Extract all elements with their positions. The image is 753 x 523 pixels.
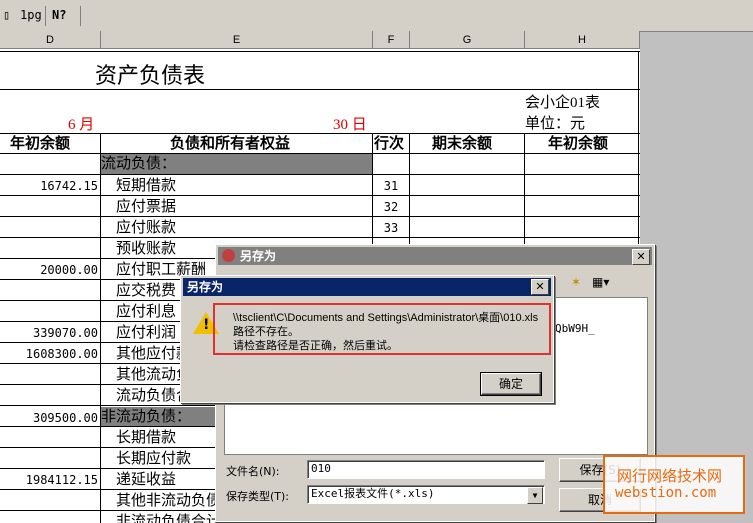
filename-label: 文件名(N): [226, 465, 280, 478]
filename-input[interactable]: 010 [307, 460, 545, 479]
filetype-value: Excel报表文件(*.xls) [311, 487, 435, 500]
toolbar-divider [80, 6, 81, 26]
column-header-f[interactable]: F [373, 31, 410, 49]
close-icon[interactable]: ✕ [632, 249, 650, 265]
header-col-f: 行次 [374, 136, 405, 152]
watermark-line-2: webstion.com [615, 485, 717, 501]
row-e-label: 应交税费 [116, 283, 177, 299]
filetype-select[interactable]: Excel报表文件(*.xls) ▼ [307, 485, 545, 504]
warning-mark: ! [203, 317, 210, 333]
toolbar: ▯ 1pg N? [0, 0, 753, 32]
row-e-label: 应付账款 [116, 220, 177, 236]
row-e-label: 其他非流动负债 [116, 493, 222, 509]
row-e-label: 应付利息 [116, 304, 177, 320]
error-dialog: 另存为 ✕ ! \\tsclient\C\Documents and Setti… [180, 275, 554, 403]
header-col-d: 年初余额 [10, 136, 71, 152]
file-item[interactable]: QbW9H_ [555, 322, 595, 335]
watermark-logo: 网行网络技术网 webstion.com [603, 455, 745, 514]
new-folder-icon[interactable]: ✶ [571, 275, 587, 289]
row-e-label: 长期借款 [116, 430, 177, 446]
sheet-title: 资产负债表 [95, 63, 206, 88]
header-col-g: 期末余额 [432, 136, 493, 152]
row-f-number: 31 [383, 179, 399, 193]
row-e-label: 预收账款 [116, 241, 177, 257]
row-f-number: 33 [383, 221, 399, 235]
error-line-3: 请检查路径是否正确，然后重试。 [233, 339, 398, 352]
ok-button[interactable]: 确定 [480, 372, 542, 396]
month-cell: 6 月 [68, 117, 95, 133]
row-e-label: 应付票据 [116, 199, 177, 215]
close-icon[interactable]: ✕ [531, 279, 549, 295]
column-header-d[interactable]: D [0, 31, 101, 49]
row-d-value: 16742.15 [40, 179, 98, 193]
save-as-title: 另存为 [240, 249, 277, 263]
chevron-down-icon[interactable]: ▼ [527, 487, 543, 504]
row-d-value: 1984112.15 [25, 473, 98, 487]
watermark-line-1: 网行网络技术网 [617, 467, 723, 485]
header-col-h: 年初余额 [548, 136, 609, 152]
row-d-value: 309500.00 [32, 411, 98, 425]
row-e-label: 非流动负债合计 [116, 514, 222, 523]
section-current-liabilities: 流动负债： [101, 156, 177, 172]
section-noncurrent-liabilities: 非流动负债： [101, 409, 192, 425]
column-header-h[interactable]: H [525, 31, 640, 49]
header-col-e: 负债和所有者权益 [170, 136, 291, 152]
day-cell: 30 日 [333, 117, 367, 133]
error-title: 另存为 [187, 280, 224, 294]
row-d-value: 339070.00 [32, 326, 98, 340]
form-code: 会小企01表 [525, 95, 601, 111]
toolbar-divider [45, 6, 46, 26]
view-menu-icon[interactable]: ▦▾ [592, 275, 614, 289]
unit-label: 单位：元 [525, 116, 586, 132]
row-f-number: 32 [383, 200, 399, 214]
app-icon [222, 249, 235, 262]
error-titlebar: 另存为 [183, 278, 551, 296]
row-e-label: 递延收益 [116, 472, 177, 488]
toolbar-pg-button[interactable]: 1pg [20, 5, 42, 25]
row-e-label: 短期借款 [116, 178, 177, 194]
row-d-value: 20000.00 [40, 263, 98, 277]
column-header-g[interactable]: G [410, 31, 525, 49]
column-header-e[interactable]: E [101, 31, 373, 49]
help-pointer-button[interactable]: N? [52, 5, 66, 25]
row-e-label: 长期应付款 [116, 451, 192, 467]
row-d-value: 1608300.00 [25, 347, 98, 361]
save-as-titlebar: 另存为 [218, 247, 652, 265]
row-e-label: 应付利润 [116, 325, 177, 341]
filetype-label: 保存类型(T): [226, 490, 290, 503]
page-icon[interactable]: ▯ [3, 5, 10, 25]
